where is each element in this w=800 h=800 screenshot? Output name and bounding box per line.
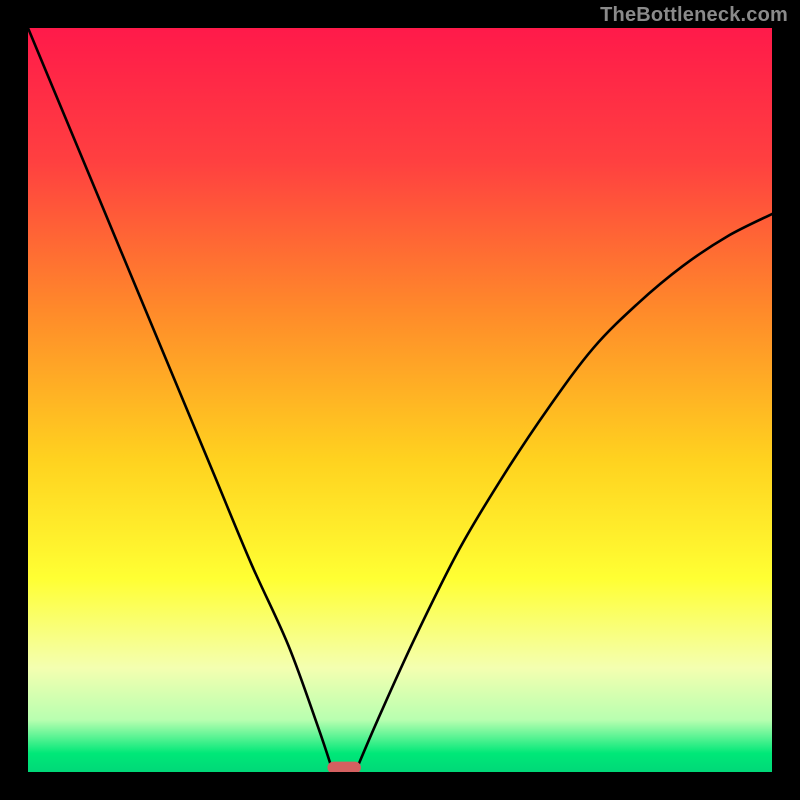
chart-frame: TheBottleneck.com [0, 0, 800, 800]
curves-layer [28, 28, 772, 772]
bottleneck-marker [327, 762, 360, 772]
watermark-text: TheBottleneck.com [600, 4, 788, 27]
curve-right [355, 214, 772, 772]
curve-left [28, 28, 333, 772]
plot-area [28, 28, 772, 772]
